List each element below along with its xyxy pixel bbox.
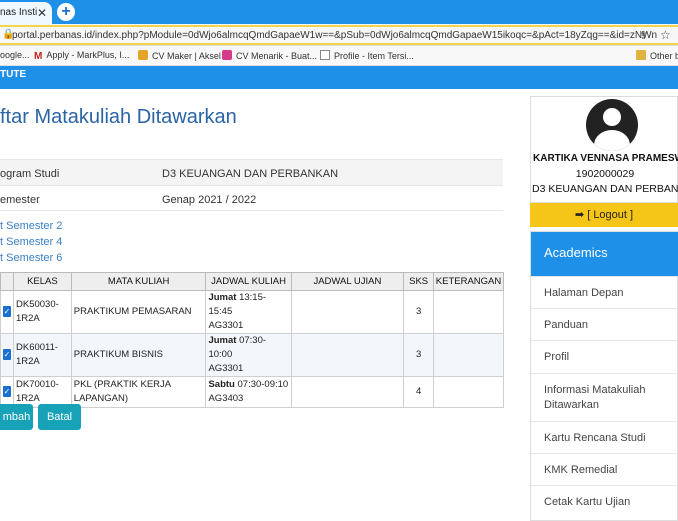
main-content: ftar Matakuliah Ditawarkan ogram Studi D… [0, 89, 678, 521]
tambah-button[interactable]: mbah [0, 404, 33, 430]
bookmark-item-markplus[interactable]: M Apply - MarkPlus, I... [34, 50, 129, 62]
column-header: SKS [403, 272, 435, 291]
page-title: ftar Matakuliah Ditawarkan [0, 106, 237, 128]
menu-item-informasi-matakuliah[interactable]: Informasi Matakuliah Ditawarkan [531, 373, 678, 421]
table-row: ✓ DK60011- 1R2A PRAKTIKUM BISNIS Jumat 07… [0, 333, 504, 377]
bookmark-item-cv-maker[interactable]: CV Maker | Aksel [138, 50, 221, 61]
checkbox-checked-icon[interactable]: ✓ [3, 349, 11, 360]
course-cell: PRAKTIKUM PEMASARAN [70, 290, 207, 334]
schedule-day: Jumat [208, 292, 237, 303]
profile-nim: 1902000029 [575, 168, 635, 180]
bookmark-item-other[interactable]: Other b [636, 50, 678, 61]
user-avatar-icon [586, 99, 638, 151]
bookmark-item-cv-menarik[interactable]: CV Menarik - Buat... [222, 50, 317, 61]
folder-icon [636, 50, 646, 60]
menu-item-krs[interactable]: Kartu Rencana Studi [531, 421, 678, 453]
checkbox-checked-icon[interactable]: ✓ [3, 386, 11, 397]
select-cell[interactable]: ✓ [0, 376, 14, 408]
info-value: D3 KEUANGAN DAN PERBANKAN [162, 168, 339, 180]
batal-button[interactable]: Batal [38, 404, 81, 430]
kelas-cell: DK70010- 1R2A [13, 376, 72, 408]
logout-label: [ Logout ] [587, 209, 634, 221]
site-brand: TUTE [0, 69, 27, 80]
checkbox-checked-icon[interactable]: ✓ [3, 306, 11, 317]
exam-cell [290, 290, 405, 334]
menu-item-profil[interactable]: Profil [531, 340, 678, 373]
note-cell [433, 376, 504, 408]
schedule-day: Sabtu [208, 379, 235, 390]
info-label: ogram Studi [0, 168, 60, 180]
schedule-room: AG3301 [208, 320, 244, 331]
column-header: KELAS [13, 272, 72, 291]
tab-close-icon[interactable]: ✕ [37, 6, 47, 20]
sks-cell: 4 [403, 376, 435, 408]
bookmark-star-icon[interactable]: ☆ [660, 28, 671, 42]
table-row: ✓ DK50030- 1R2A PRAKTIKUM PEMASARAN Jumat… [0, 290, 504, 334]
logout-button[interactable]: ➡ [ Logout ] [530, 203, 678, 227]
column-header [0, 272, 14, 291]
menu-title: Academics [531, 232, 678, 276]
course-table: KELAS MATA KULIAH JADWAL KULIAH JADWAL U… [0, 272, 504, 408]
browser-tab-bar: nas Insti ✕ + [0, 0, 678, 24]
profile-name: KARTIKA VENNASA PRAMESW [533, 153, 678, 164]
schedule-cell: Jumat 13:15-15:45 AG3301 [205, 290, 292, 334]
column-header: KETERANGAN [433, 272, 504, 291]
menu-item-kmk-remedial[interactable]: KMK Remedial [531, 453, 678, 485]
semester-link[interactable]: t Semester 4 [0, 236, 62, 248]
select-cell[interactable]: ✓ [0, 333, 14, 377]
exam-cell [290, 333, 405, 377]
note-cell [433, 333, 504, 377]
document-icon [320, 50, 330, 60]
site-header: TUTE [0, 66, 678, 89]
menu-item-panduan[interactable]: Panduan [531, 308, 678, 340]
bookmark-item-google[interactable]: oogle... [0, 50, 30, 60]
menu-item-cetak-kartu-ujian[interactable]: Cetak Kartu Ujian [531, 485, 678, 517]
bookmarks-bar: oogle... M Apply - MarkPlus, I... CV Make… [0, 46, 678, 66]
academics-menu: Academics Halaman Depan Panduan Profil I… [530, 231, 678, 521]
note-cell [433, 290, 504, 334]
menu-item-halaman-depan[interactable]: Halaman Depan [531, 276, 678, 308]
info-label: emester [0, 194, 40, 206]
profile-card: KARTIKA VENNASA PRAMESW 1902000029 D3 KE… [530, 96, 678, 203]
bookmark-item-profile[interactable]: Profile - Item Tersi... [320, 50, 414, 61]
table-row: ✓ DK70010- 1R2A PKL (PRAKTIK KERJA LAPANGA… [0, 376, 504, 408]
browser-tab[interactable]: nas Insti ✕ [0, 2, 52, 24]
exam-cell [290, 376, 405, 408]
info-row-program: ogram Studi D3 KEUANGAN DAN PERBANKAN [0, 159, 503, 185]
schedule-room: AG3403 [208, 393, 244, 404]
cv-menarik-icon [222, 50, 232, 60]
schedule-day: Jumat [208, 335, 237, 346]
semester-link[interactable]: t Semester 2 [0, 220, 62, 232]
new-tab-button[interactable]: + [57, 3, 75, 21]
schedule-time: 07:30-09:10 [237, 379, 289, 390]
column-header: MATA KULIAH [70, 272, 207, 291]
kelas-cell: DK50030- 1R2A [13, 290, 72, 334]
semester-link[interactable]: t Semester 6 [0, 252, 62, 264]
sks-cell: 3 [403, 290, 435, 334]
tab-title: nas Insti [0, 7, 38, 18]
table-header-row: KELAS MATA KULIAH JADWAL KULIAH JADWAL U… [0, 272, 504, 291]
url-text: portal.perbanas.id/index.php?pModule=0dW… [12, 30, 658, 41]
schedule-room: AG3301 [208, 363, 244, 374]
sidebar: KARTIKA VENNASA PRAMESW 1902000029 D3 KE… [530, 96, 678, 521]
cv-maker-icon [138, 50, 148, 60]
profile-program: D3 KEUANGAN DAN PERBANK [532, 183, 678, 195]
gmail-icon: M [34, 51, 43, 62]
sks-cell: 3 [403, 333, 435, 377]
address-bar: 🔒 portal.perbanas.id/index.php?pModule=0… [0, 24, 678, 46]
share-icon[interactable]: ⇪ [639, 29, 648, 42]
course-cell: PKL (PRAKTIK KERJA LAPANGAN) [70, 376, 207, 408]
info-row-semester: emester Genap 2021 / 2022 [0, 185, 503, 211]
column-header: JADWAL UJIAN [290, 272, 405, 291]
schedule-cell: Sabtu 07:30-09:10 AG3403 [205, 376, 292, 408]
sign-out-icon: ➡ [574, 209, 585, 221]
url-field[interactable]: 🔒 portal.perbanas.id/index.php?pModule=0… [0, 25, 678, 45]
course-cell: PRAKTIKUM BISNIS [70, 333, 207, 377]
column-header: JADWAL KULIAH [205, 272, 292, 291]
schedule-cell: Jumat 07:30-10:00 AG3301 [205, 333, 292, 377]
info-value: Genap 2021 / 2022 [162, 194, 257, 206]
select-cell[interactable]: ✓ [0, 290, 14, 334]
kelas-cell: DK60011- 1R2A [13, 333, 72, 377]
